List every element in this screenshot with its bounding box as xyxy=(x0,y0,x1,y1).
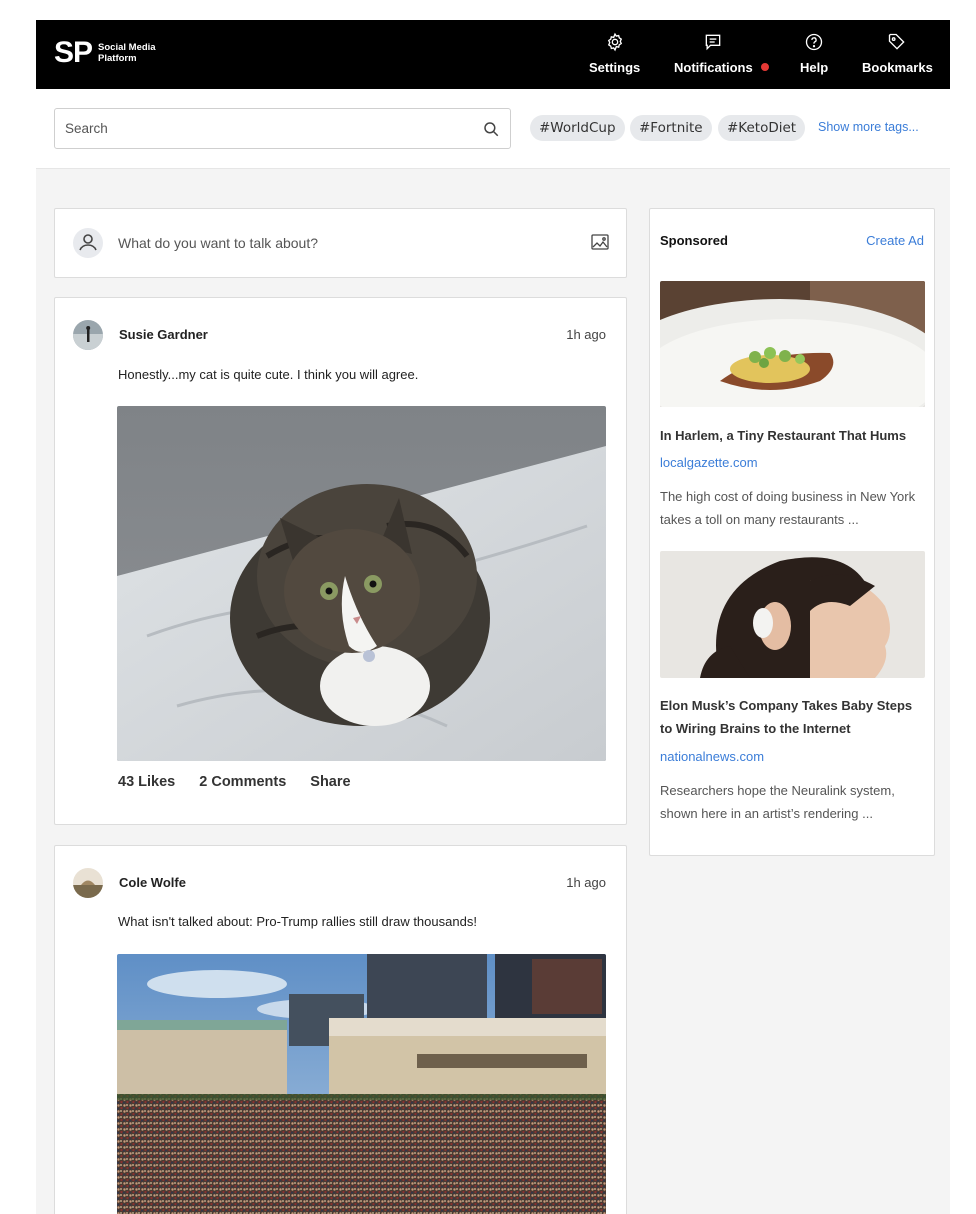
hashtag-chip[interactable]: #WorldCup xyxy=(530,115,625,141)
likes-button[interactable]: 43 Likes xyxy=(118,774,175,790)
nav-label: Notifications xyxy=(674,60,753,75)
post-actions: 43 Likes 2 Comments Share xyxy=(118,774,351,790)
composer-placeholder: What do you want to talk about? xyxy=(118,235,319,251)
nav-label: Bookmarks xyxy=(862,60,933,75)
ad-description: The high cost of doing business in New Y… xyxy=(660,489,916,527)
ad-image-food[interactable] xyxy=(660,281,925,407)
nav-label: Help xyxy=(800,60,829,75)
rally-photo xyxy=(117,954,606,1214)
search-input[interactable]: Search xyxy=(54,108,511,149)
post-time: 1h ago xyxy=(566,875,606,890)
ad-image-neuralink[interactable] xyxy=(660,551,925,678)
create-ad-link[interactable]: Create Ad xyxy=(866,233,924,248)
ad-headline[interactable]: Elon Musk’s Company Takes Baby Steps to … xyxy=(660,694,925,740)
nav-label: Settings xyxy=(589,60,641,75)
gear-icon xyxy=(607,32,622,52)
tag-icon xyxy=(889,33,906,50)
post-time: 1h ago xyxy=(566,327,606,342)
message-icon xyxy=(706,34,721,51)
ad-domain[interactable]: nationalnews.com xyxy=(660,749,764,764)
ad-description: Researchers hope the Neuralink system, s… xyxy=(660,783,895,821)
post-composer[interactable]: What do you want to talk about? xyxy=(54,208,627,278)
avatar[interactable] xyxy=(73,320,103,350)
portrait-photo xyxy=(660,551,925,678)
post-text: Honestly...my cat is quite cute. I think… xyxy=(118,367,419,382)
image-icon[interactable] xyxy=(591,234,609,250)
comments-button[interactable]: 2 Comments xyxy=(199,774,286,790)
nav-bookmarks[interactable]: Bookmarks xyxy=(862,32,933,75)
sponsored-title: Sponsored xyxy=(660,233,728,248)
sponsored-panel: Sponsored Create Ad In Harlem, a Tiny Re… xyxy=(649,208,935,856)
notification-badge xyxy=(761,63,769,71)
post-card: Susie Gardner 1h ago Honestly...my cat i… xyxy=(54,297,627,825)
avatar-photo xyxy=(73,320,103,350)
cat-photo xyxy=(117,406,606,761)
post-author[interactable]: Susie Gardner xyxy=(119,327,208,342)
post-card: Cole Wolfe 1h ago What isn't talked abou… xyxy=(54,845,627,1214)
logo[interactable]: SP Social Media Platform xyxy=(54,38,168,68)
nav-notifications[interactable]: Notifications xyxy=(674,32,753,75)
avatar xyxy=(73,228,103,258)
ad-domain[interactable]: localgazette.com xyxy=(660,455,758,470)
show-more-tags-link[interactable]: Show more tags... xyxy=(818,120,919,134)
post-author[interactable]: Cole Wolfe xyxy=(119,875,186,890)
search-icon[interactable] xyxy=(482,120,500,138)
top-nav: SP Social Media Platform Settings Notifi… xyxy=(36,20,950,89)
food-photo xyxy=(660,281,925,407)
search-row: Search #WorldCup #Fortnite #KetoDiet Sho… xyxy=(36,89,950,169)
post-image-cat[interactable] xyxy=(117,406,606,761)
avatar-photo xyxy=(73,868,103,898)
nav-help[interactable]: Help xyxy=(800,32,828,75)
avatar[interactable] xyxy=(73,868,103,898)
logo-mark: SP xyxy=(54,36,93,69)
nav-settings[interactable]: Settings xyxy=(589,32,640,75)
help-icon xyxy=(805,33,823,51)
logo-name: Social Media Platform xyxy=(98,42,156,64)
hashtag-chip[interactable]: #Fortnite xyxy=(630,115,712,141)
search-placeholder: Search xyxy=(65,121,108,136)
ad-headline[interactable]: In Harlem, a Tiny Restaurant That Hums xyxy=(660,424,925,447)
post-text: What isn't talked about: Pro-Trump ralli… xyxy=(118,914,477,929)
app-frame: SP Social Media Platform Settings Notifi… xyxy=(36,20,950,1214)
post-image-rally[interactable] xyxy=(117,954,606,1214)
hashtag-chip[interactable]: #KetoDiet xyxy=(718,115,806,141)
user-icon xyxy=(79,234,97,251)
share-button[interactable]: Share xyxy=(310,774,350,790)
